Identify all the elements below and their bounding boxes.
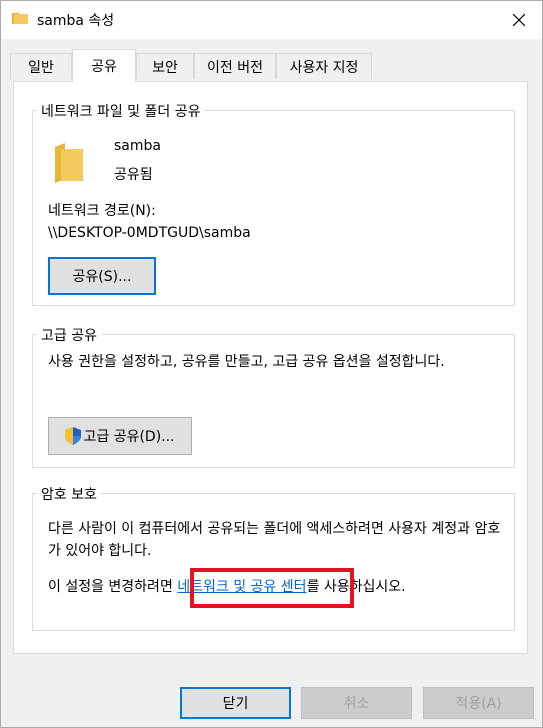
network-share-group-title: 네트워크 파일 및 폴더 공유 xyxy=(37,101,205,121)
folder-icon xyxy=(55,143,83,183)
share-button[interactable]: 공유(S)... xyxy=(48,257,156,295)
network-path-value: \\DESKTOP-0MDTGUD\samba xyxy=(48,225,251,241)
folder-icon xyxy=(12,12,28,24)
advanced-share-button-label: 고급 공유(D)... xyxy=(83,429,175,445)
properties-window: samba 속성 일반 공유 보안 이전 버전 사용자 지정 네트워크 파일 및… xyxy=(0,0,543,728)
password-protection-description: 다른 사람이 이 컴퓨터에서 공유되는 폴더에 액세스하려면 사용자 계정과 암… xyxy=(48,521,501,559)
tab-general[interactable]: 일반 xyxy=(10,53,72,79)
password-protection-group: 암호 보호 다른 사람이 이 컴퓨터에서 공유되는 폴더에 액세스하려면 사용자… xyxy=(32,484,515,631)
advanced-share-description: 사용 권한을 설정하고, 공유를 만들고, 고급 공유 옵션을 설정합니다. xyxy=(48,354,445,370)
share-status: 공유됨 xyxy=(114,167,153,183)
network-path-label: 네트워크 경로(N): xyxy=(48,203,156,219)
folder-name: samba xyxy=(114,138,161,154)
password-protection-group-title: 암호 보호 xyxy=(37,484,101,504)
sharing-tab-page: 네트워크 파일 및 폴더 공유 samba 공유됨 네트워크 경로(N): \\… xyxy=(13,81,528,654)
close-button[interactable] xyxy=(496,1,542,39)
uac-shield-icon xyxy=(65,427,82,445)
window-title: samba 속성 xyxy=(37,13,115,29)
close-dialog-button[interactable]: 닫기 xyxy=(180,687,291,719)
tab-customize[interactable]: 사용자 지정 xyxy=(276,53,372,79)
tab-sharing[interactable]: 공유 xyxy=(72,49,136,82)
advanced-share-group: 고급 공유 사용 권한을 설정하고, 공유를 만들고, 고급 공유 옵션을 설정… xyxy=(32,325,515,468)
close-icon xyxy=(513,14,525,26)
tab-strip: 일반 공유 보안 이전 버전 사용자 지정 xyxy=(1,39,542,82)
tab-security[interactable]: 보안 xyxy=(136,53,194,79)
link-highlight-box xyxy=(190,568,354,608)
change-setting-prefix: 이 설정을 변경하려면 xyxy=(48,579,173,595)
network-share-group: 네트워크 파일 및 폴더 공유 samba 공유됨 네트워크 경로(N): \\… xyxy=(32,101,515,306)
apply-button[interactable]: 적용(A) xyxy=(423,687,534,719)
title-bar: samba 속성 xyxy=(1,1,542,39)
advanced-share-group-title: 고급 공유 xyxy=(37,325,101,345)
tab-previous-versions[interactable]: 이전 버전 xyxy=(194,53,276,79)
cancel-button[interactable]: 취소 xyxy=(301,687,412,719)
advanced-share-button[interactable]: 고급 공유(D)... xyxy=(48,417,192,455)
